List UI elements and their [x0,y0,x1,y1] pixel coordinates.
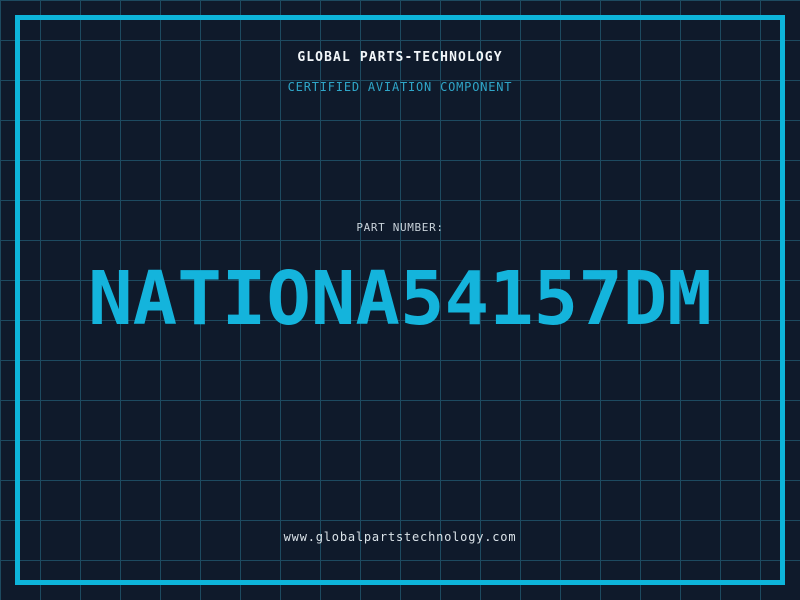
part-number-value: NATIONA54157DM [88,256,712,342]
website-link[interactable]: www.globalpartstechnology.com [0,530,800,545]
certification-tagline: CERTIFIED AVIATION COMPONENT [287,80,513,94]
part-number-label: PART NUMBER: [356,221,444,234]
company-title: GLOBAL PARTS-TECHNOLOGY [297,50,503,65]
